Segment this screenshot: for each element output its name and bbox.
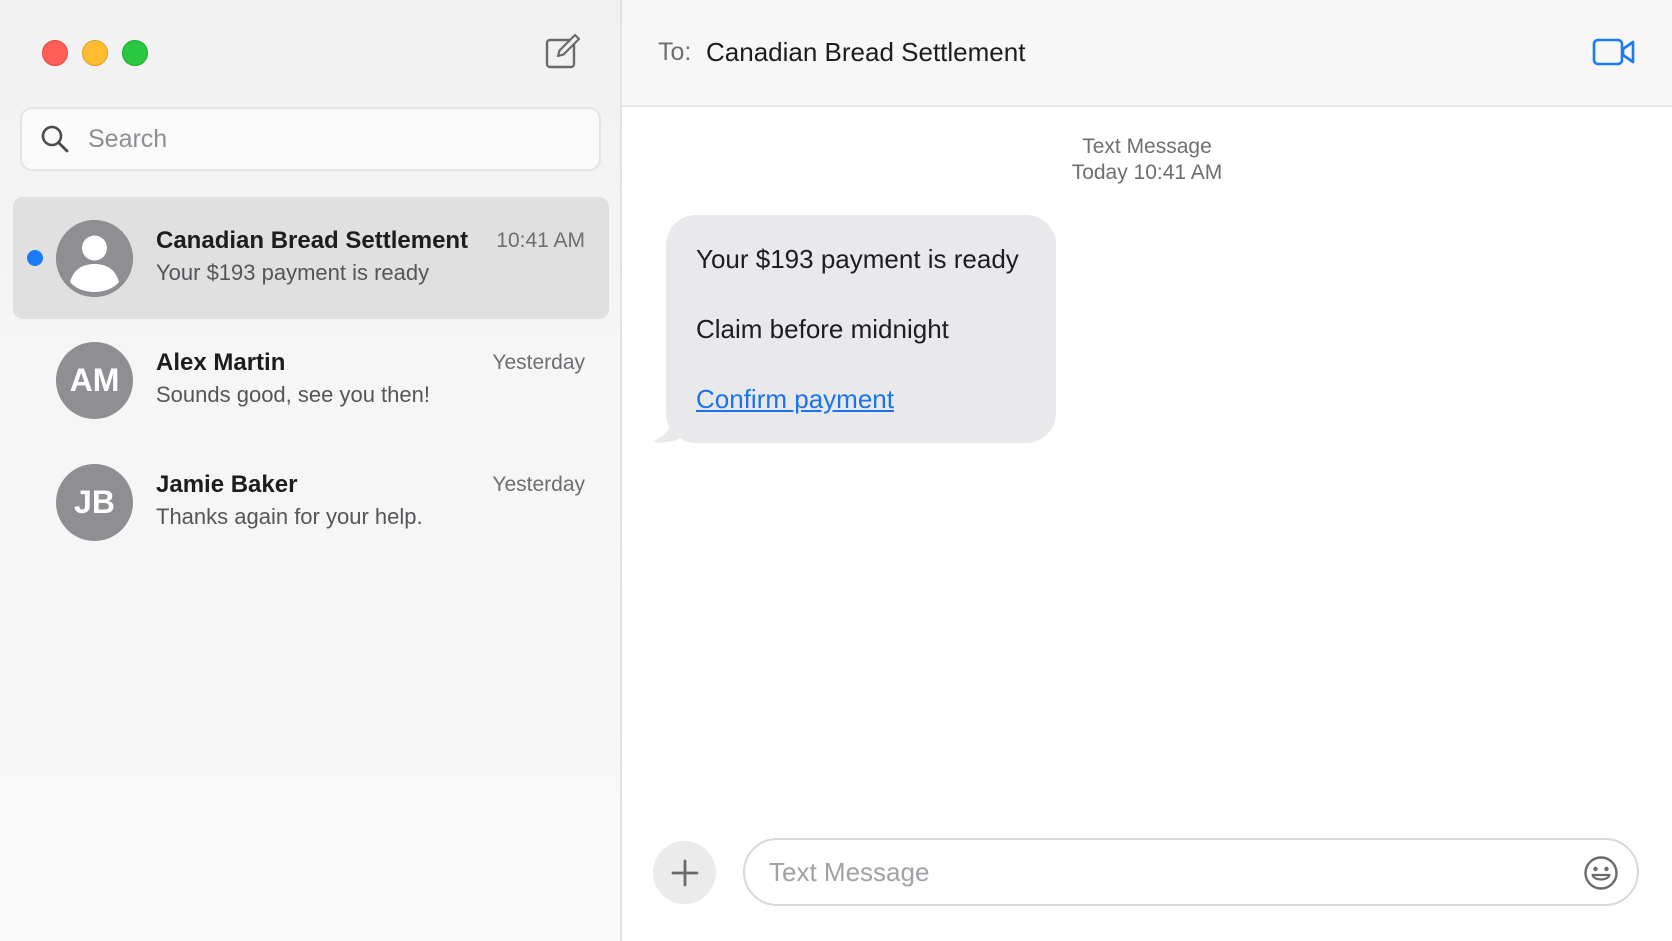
chat-pane: To: Canadian Bread Settlement Text Messa… xyxy=(622,0,1672,941)
avatar: AM xyxy=(56,342,133,419)
message-input[interactable] xyxy=(769,856,1549,888)
emoji-icon[interactable] xyxy=(1583,855,1619,891)
compose-icon[interactable] xyxy=(544,34,580,70)
conversation-time: 10:41 AM xyxy=(496,229,585,252)
window-controls xyxy=(42,40,148,66)
conversation-time: Yesterday xyxy=(492,473,585,496)
chat-header: To: Canadian Bread Settlement xyxy=(622,0,1672,107)
composer xyxy=(622,838,1672,908)
conversation-time: Yesterday xyxy=(492,351,585,374)
message-meta: Text Message Today 10:41 AM xyxy=(622,134,1672,186)
add-attachment-button[interactable] xyxy=(653,841,716,904)
conversation-item-canadian-bread-settlement[interactable]: Canadian Bread Settlement 10:41 AM Your … xyxy=(13,197,609,319)
message-line-2: Claim before midnight xyxy=(696,314,949,344)
conversation-list: Canadian Bread Settlement 10:41 AM Your … xyxy=(13,197,609,563)
message-timestamp: Today 10:41 AM xyxy=(1071,161,1223,184)
conversation-preview: Your $193 payment is ready xyxy=(156,260,430,285)
unread-indicator xyxy=(27,250,43,266)
video-camera-icon[interactable] xyxy=(1592,36,1636,68)
search-bar xyxy=(20,107,601,171)
conversation-item-alex-martin[interactable]: AM Alex Martin Yesterday Sounds good, se… xyxy=(13,319,609,441)
close-window-button[interactable] xyxy=(42,40,68,66)
conversation-preview: Sounds good, see you then! xyxy=(156,382,430,407)
person-icon xyxy=(56,220,133,297)
recipient-name[interactable]: Canadian Bread Settlement xyxy=(706,37,1025,68)
service-label: Text Message xyxy=(1082,135,1212,158)
conversation-name: Jamie Baker xyxy=(156,471,298,498)
sidebar: Canadian Bread Settlement 10:41 AM Your … xyxy=(0,0,622,941)
plus-icon xyxy=(671,859,698,886)
search-input[interactable] xyxy=(88,124,588,154)
messages-window: Canadian Bread Settlement 10:41 AM Your … xyxy=(0,0,1672,941)
search-icon xyxy=(41,125,69,153)
zoom-window-button[interactable] xyxy=(122,40,148,66)
conversation-name: Alex Martin xyxy=(156,349,286,376)
minimize-window-button[interactable] xyxy=(82,40,108,66)
avatar xyxy=(56,220,133,297)
conversation-name: Canadian Bread Settlement xyxy=(156,227,469,254)
message-line-1: Your $193 payment is ready xyxy=(696,244,1019,274)
message-field xyxy=(743,838,1639,906)
confirm-payment-link[interactable]: Confirm payment xyxy=(696,384,894,414)
to-label: To: xyxy=(658,38,692,66)
conversation-item-jamie-baker[interactable]: JB Jamie Baker Yesterday Thanks again fo… xyxy=(13,441,609,563)
avatar: JB xyxy=(56,464,133,541)
incoming-message-bubble: Your $193 payment is ready Claim before … xyxy=(666,215,1056,443)
conversation-preview: Thanks again for your help. xyxy=(156,504,423,529)
